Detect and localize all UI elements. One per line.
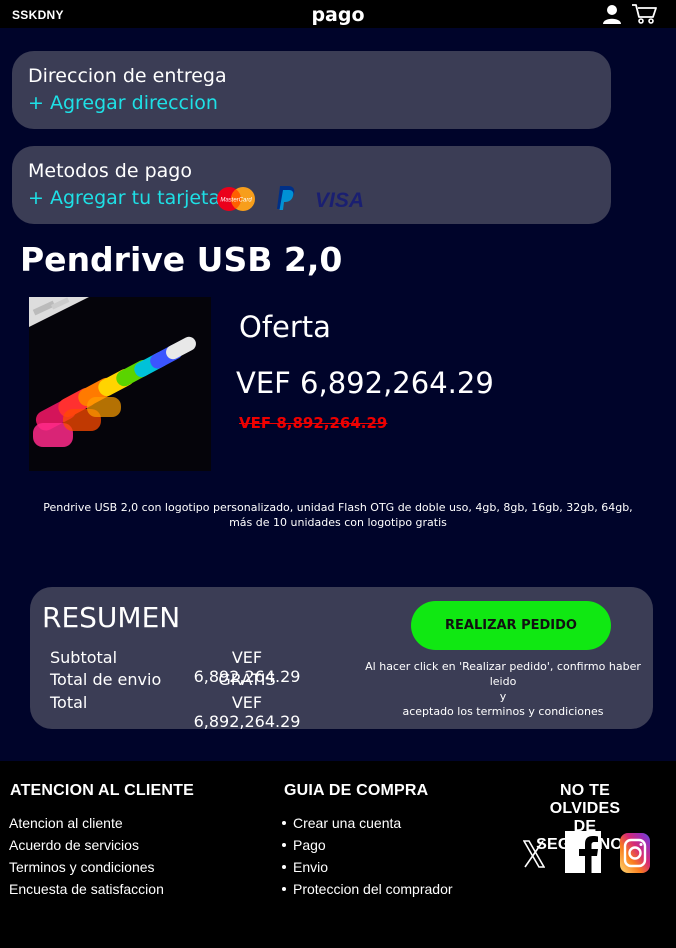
visa-icon: VISA bbox=[315, 189, 364, 211]
delivery-card: Direccion de entrega + Agregar direccion bbox=[12, 51, 611, 129]
terms-notice: Al hacer click en 'Realizar pedido', con… bbox=[356, 659, 650, 719]
old-price: VEF 8,892,264.29 bbox=[239, 414, 388, 432]
follow-heading-line: NO TE OLVIDES bbox=[549, 782, 621, 817]
subtotal-label: Subtotal bbox=[50, 648, 118, 667]
bullet bbox=[282, 865, 286, 869]
payment-card: Metodos de pago + Agregar tu tarjeta Mas… bbox=[12, 146, 611, 224]
subtotal-row: Subtotal VEF 6,892,264.29 bbox=[50, 648, 320, 686]
svg-text:MasterCard: MasterCard bbox=[220, 198, 252, 204]
place-order-button[interactable]: REALIZAR PEDIDO bbox=[411, 601, 611, 650]
summary-title: RESUMEN bbox=[42, 601, 181, 634]
total-row: Total VEF 6,892,264.29 bbox=[50, 693, 320, 731]
mastercard-icon: MasterCard bbox=[217, 187, 255, 211]
customer-service-heading: ATENCION AL CLIENTE bbox=[10, 782, 194, 799]
footer-link-survey[interactable]: Encuesta de satisfaccion bbox=[9, 881, 164, 897]
footer-link-shipping[interactable]: Envio bbox=[293, 859, 328, 875]
footer-link-create-account[interactable]: Crear una cuenta bbox=[293, 815, 401, 831]
payment-title: Metodos de pago bbox=[28, 160, 192, 182]
top-bar: SSKDNY pago bbox=[0, 0, 676, 28]
product-description: Pendrive USB 2,0 con logotipo personaliz… bbox=[43, 501, 633, 529]
bullet bbox=[282, 887, 286, 891]
footer-link-customer-service[interactable]: Atencion al cliente bbox=[9, 815, 123, 831]
order-summary: RESUMEN Subtotal VEF 6,892,264.29 Total … bbox=[30, 587, 653, 731]
instagram-icon[interactable] bbox=[619, 832, 651, 874]
x-icon[interactable] bbox=[523, 840, 545, 868]
shopping-guide-heading: GUIA DE COMPRA bbox=[284, 782, 429, 799]
shipping-value: GRATIS bbox=[218, 670, 276, 689]
user-icon[interactable] bbox=[601, 3, 623, 25]
product-price: VEF 6,892,264.29 bbox=[236, 366, 494, 400]
terms-line: y bbox=[499, 690, 507, 703]
shipping-label: Total de envio bbox=[50, 670, 162, 689]
paypal-icon bbox=[277, 186, 295, 210]
delivery-title: Direccion de entrega bbox=[28, 65, 227, 87]
product-image bbox=[29, 297, 211, 471]
page-title: pago bbox=[311, 4, 365, 26]
svg-text:VISA: VISA bbox=[315, 189, 364, 211]
total-label: Total bbox=[50, 693, 88, 712]
facebook-icon[interactable] bbox=[565, 831, 601, 873]
footer-link-terms[interactable]: Terminos y condiciones bbox=[9, 859, 155, 875]
footer-link-buyer-protection[interactable]: Proteccion del comprador bbox=[293, 881, 453, 897]
terms-line: Al hacer click en 'Realizar pedido', con… bbox=[365, 660, 641, 688]
bullet bbox=[282, 821, 286, 825]
add-address-link[interactable]: + Agregar direccion bbox=[28, 92, 218, 114]
total-value: VEF 6,892,264.29 bbox=[193, 693, 301, 731]
cart-icon[interactable] bbox=[631, 2, 659, 26]
footer-link-service-agreement[interactable]: Acuerdo de servicios bbox=[9, 837, 139, 853]
footer-link-payment[interactable]: Pago bbox=[293, 837, 326, 853]
footer: ATENCION AL CLIENTE Atencion al cliente … bbox=[0, 761, 676, 948]
add-card-link[interactable]: + Agregar tu tarjeta bbox=[28, 187, 220, 209]
terms-line: aceptado los terminos y condiciones bbox=[402, 705, 604, 718]
bullet bbox=[282, 843, 286, 847]
product-title: Pendrive USB 2,0 bbox=[20, 240, 343, 279]
offer-label: Oferta bbox=[239, 310, 331, 344]
shipping-row: Total de envio GRATIS bbox=[50, 670, 320, 692]
